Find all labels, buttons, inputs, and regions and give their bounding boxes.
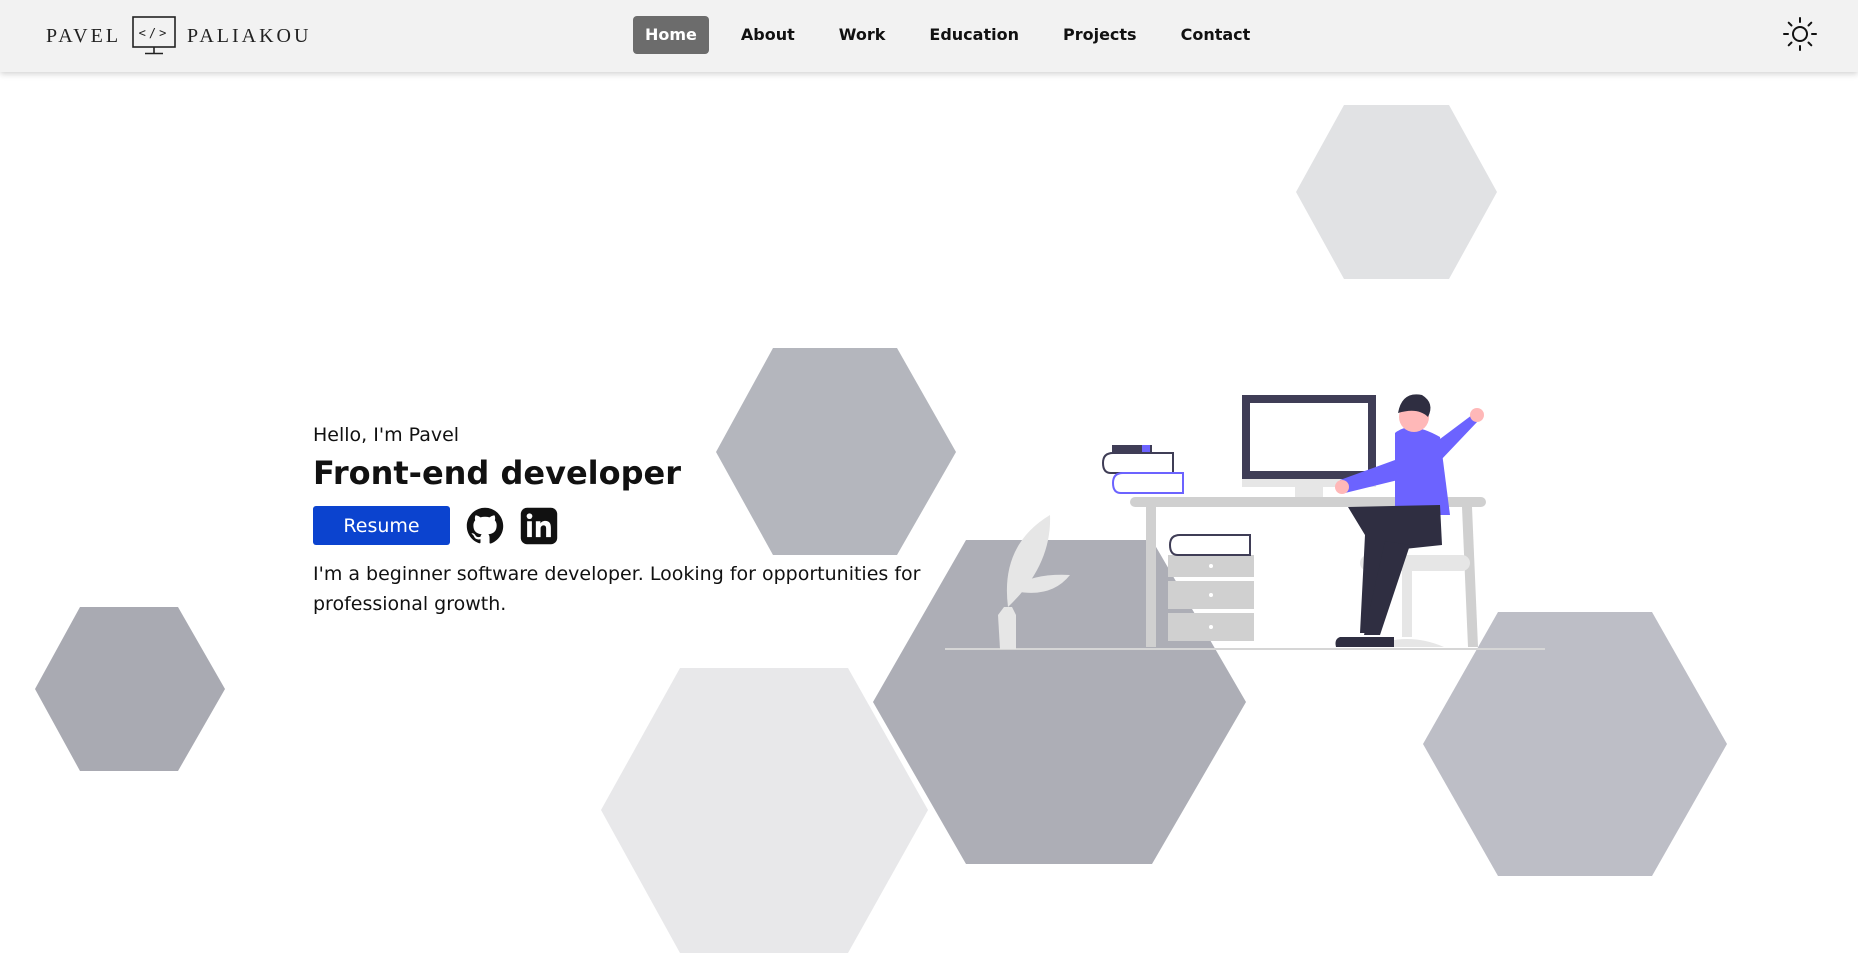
hero-description: I'm a beginner software developer. Looki… (313, 563, 921, 615)
github-icon[interactable] (466, 507, 504, 545)
site-logo[interactable]: PAVEL </> PALIAKOU (46, 16, 311, 56)
nav-education[interactable]: Education (917, 16, 1031, 54)
hero-actions: Resume (313, 506, 933, 545)
logo-first-name: PAVEL (46, 24, 122, 47)
sun-icon[interactable] (1782, 16, 1818, 52)
nav-home[interactable]: Home (633, 16, 709, 54)
greeting-text: Hello, I'm Pavel (313, 424, 460, 446)
monitor-code-icon: </> (132, 16, 176, 55)
nav-projects[interactable]: Projects (1051, 16, 1149, 54)
navbar: PAVEL </> PALIAKOU Home About Work Educa… (0, 0, 1858, 72)
hero-section: Hello, I'm Pavel Front-end developer Res… (313, 424, 933, 619)
nav-contact[interactable]: Contact (1169, 16, 1263, 54)
nav-work[interactable]: Work (827, 16, 898, 54)
main-nav: Home About Work Education Projects Conta… (633, 16, 1282, 54)
svg-text:</>: </> (139, 26, 170, 40)
resume-button[interactable]: Resume (313, 506, 450, 545)
linkedin-icon[interactable] (520, 507, 558, 545)
nav-about[interactable]: About (729, 16, 807, 54)
logo-last-name: PALIAKOU (187, 24, 312, 47)
hero-title: Front-end developer (313, 454, 681, 492)
developer-at-desk-illustration (945, 394, 1545, 650)
